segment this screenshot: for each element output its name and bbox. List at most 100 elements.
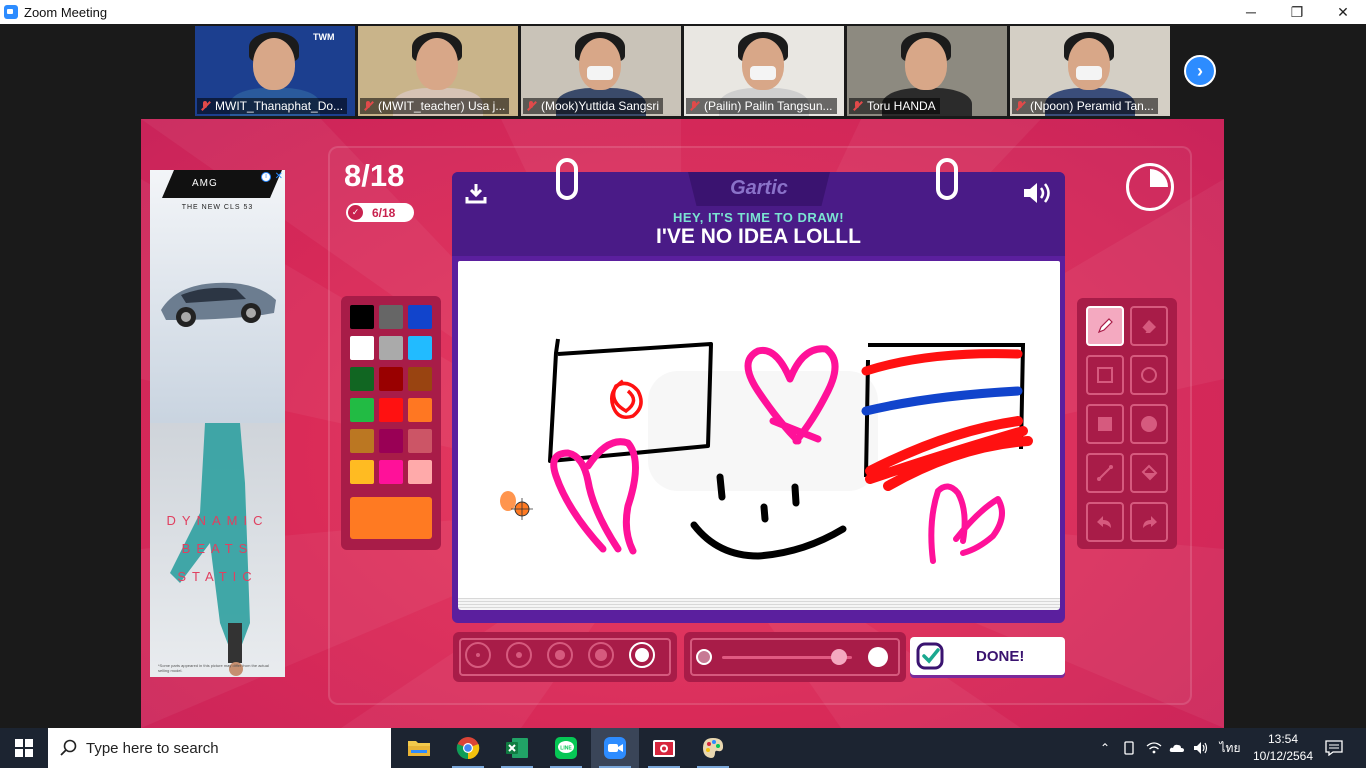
flag-stripe-red-top [861,349,1023,376]
color-swatch[interactable] [408,367,432,391]
color-swatch[interactable] [379,398,403,422]
timer-progress [1132,169,1168,205]
color-swatch[interactable] [408,305,432,329]
brush-size-dot [635,648,649,662]
zoom-app-button[interactable] [591,728,639,768]
participant-tile[interactable]: (Npoon) Peramid Tan... [1010,26,1170,116]
chrome-icon [456,737,480,760]
zoom-app-icon [4,5,18,19]
participant-face [742,38,784,90]
done-button[interactable]: DONE! [910,637,1065,675]
mic-muted-icon [851,100,863,112]
color-swatch[interactable] [408,460,432,484]
color-swatch[interactable] [379,429,403,453]
paper-edge [458,598,1060,610]
taskbar-clock[interactable]: 13:54 10/12/2564 [1248,731,1318,765]
color-swatch[interactable] [379,367,403,391]
close-button[interactable]: ✕ [1320,0,1366,24]
line-app-button[interactable]: LINE [542,728,590,768]
window-titlebar: Zoom Meeting ─ ❐ ✕ [0,0,1366,24]
notification-icon [1325,740,1343,756]
color-swatch[interactable] [408,398,432,422]
restore-button[interactable]: ❐ [1274,0,1320,24]
participant-face [1068,38,1110,90]
color-swatch[interactable] [408,336,432,360]
pencil-tool-button[interactable] [1086,306,1124,346]
rectangle-outline-tool-button[interactable] [1086,355,1124,395]
canvas-drawing [500,338,1033,564]
color-swatch[interactable] [350,367,374,391]
circle-fill-tool-button[interactable] [1130,404,1168,444]
opacity-slider-handle[interactable] [831,649,847,665]
undo-button[interactable] [1086,502,1124,542]
square-filled-icon [1098,417,1112,431]
camera-icon [653,740,675,757]
speaker-icon[interactable] [1022,181,1054,205]
chrome-button[interactable] [444,728,492,768]
color-swatch[interactable] [379,305,403,329]
color-swatch[interactable] [350,460,374,484]
mic-muted-icon [199,100,211,112]
minimize-button[interactable]: ─ [1228,0,1274,24]
screen-recorder-button[interactable] [640,728,688,768]
ad-close-icon[interactable]: ✕ [275,171,283,182]
download-icon[interactable] [464,181,488,205]
rectangle-fill-tool-button[interactable] [1086,404,1124,444]
eraser-icon [1141,320,1156,333]
mic-muted-icon [1014,100,1026,112]
brush-size-button[interactable] [629,642,655,668]
search-placeholder: Type here to search [86,739,219,757]
ad-brand: AMG [192,178,218,189]
color-swatch[interactable] [379,460,403,484]
brush-size-button[interactable] [465,642,491,668]
onedrive-icon[interactable] [1166,728,1188,768]
line-icon [1097,465,1113,481]
participant-tile[interactable]: (MWIT_teacher) Usa j... [358,26,518,116]
notification-center-icon[interactable] [1320,728,1348,768]
fill-bucket-tool-button[interactable] [1130,453,1168,493]
tray-chevron-icon[interactable]: ⌃ [1094,728,1116,768]
brush-size-button[interactable] [588,642,614,668]
input-language-indicator[interactable]: ไทย [1216,728,1244,768]
drawing-canvas[interactable] [458,261,1060,605]
taskbar-search-box[interactable]: Type here to search [48,728,391,768]
next-page-arrow-button[interactable]: › [1184,55,1216,87]
paint-app-button[interactable] [689,728,737,768]
redo-button[interactable] [1130,502,1168,542]
line-app-icon: LINE [555,737,577,759]
prompt-word: I'VE NO IDEA LOLLL [656,225,861,248]
excel-button[interactable] [493,728,541,768]
color-swatch[interactable] [350,398,374,422]
participant-tile[interactable]: Toru HANDA [847,26,1007,116]
ad-headline: THE NEW CLS 53 [181,204,254,211]
palette-icon [703,738,724,758]
file-explorer-button[interactable] [395,728,443,768]
search-icon [60,739,77,756]
eraser-tool-button[interactable] [1130,306,1168,346]
color-swatch[interactable] [350,336,374,360]
selected-color-swatch[interactable] [350,497,432,539]
participant-tile[interactable]: TWM MWIT_Thanaphat_Do... [195,26,355,116]
round-counter: 8/18 [344,158,405,193]
red-circle-scribble [610,379,643,419]
face-mask [1076,66,1102,80]
color-swatch[interactable] [379,336,403,360]
wifi-icon[interactable] [1142,728,1166,768]
volume-icon[interactable] [1190,728,1212,768]
participant-name: (MWIT_teacher) Usa j... [360,98,510,114]
line-tool-button[interactable] [1086,453,1124,493]
color-swatch[interactable] [408,429,432,453]
participant-tile-active-speaker[interactable]: (Mook)Yuttida Sangsri [521,26,681,116]
circle-outline-tool-button[interactable] [1130,355,1168,395]
color-swatch[interactable] [350,429,374,453]
start-button[interactable] [0,728,48,768]
participant-tile[interactable]: (Pailin) Pailin Tangsun... [684,26,844,116]
brush-size-button[interactable] [506,642,532,668]
pencil-icon [1097,318,1113,334]
ad-info-icon[interactable]: i [261,172,271,182]
advertisement-banner[interactable]: AMG i ✕ THE NEW CLS 53 DYNAMIC BEATS STA… [150,170,285,677]
color-swatch[interactable] [350,305,374,329]
brush-size-button[interactable] [547,642,573,668]
tray-device-icon[interactable] [1118,728,1140,768]
car-image [161,282,276,327]
